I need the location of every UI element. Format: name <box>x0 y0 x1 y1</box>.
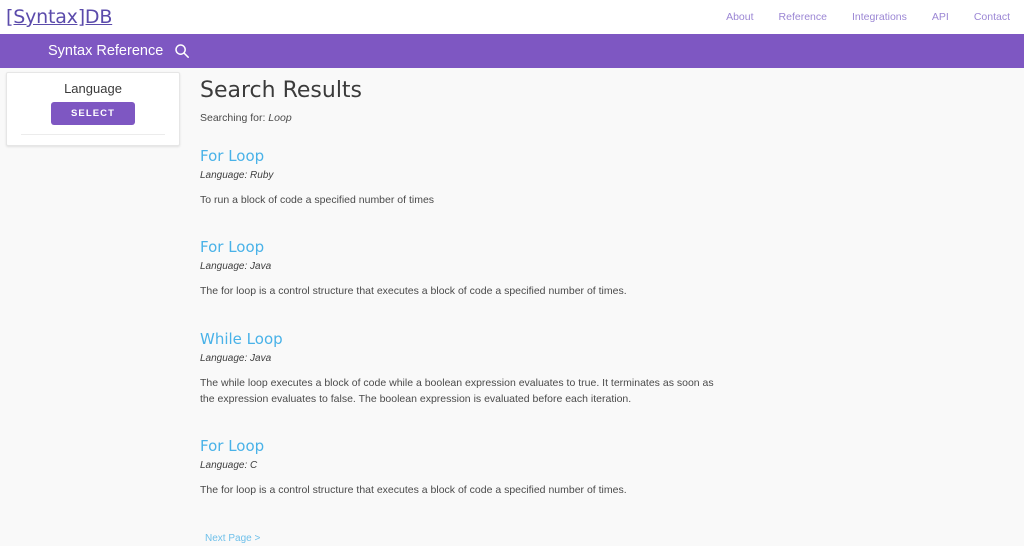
result-title-link[interactable]: For Loop <box>200 238 264 256</box>
next-page-link[interactable]: Next Page > <box>205 533 260 544</box>
result-title-link[interactable]: While Loop <box>200 330 283 348</box>
search-toggle-button[interactable] <box>173 42 191 60</box>
searching-for-prefix: Searching for: <box>200 112 266 124</box>
nav-item-about[interactable]: About <box>726 11 753 23</box>
result-description: The while loop executes a block of code … <box>200 376 714 405</box>
result-language: Language: Java <box>200 261 272 273</box>
nav-item-contact[interactable]: Contact <box>974 11 1010 23</box>
result-description: The for loop is a control structure that… <box>200 484 627 497</box>
syntax-reference-bar: Syntax Reference <box>0 34 1024 68</box>
page-body: Language SELECT Search Results Searching… <box>0 68 1024 546</box>
syntax-reference-title: Syntax Reference <box>48 43 164 59</box>
language-card-title: Language <box>64 81 122 96</box>
result-language: Language: C <box>200 460 258 472</box>
result-language: Language: Ruby <box>200 170 274 181</box>
search-result-item: For Loop Language: C The for loop is a c… <box>200 437 1024 498</box>
site-header: [Syntax]DB About Reference Integrations … <box>0 0 1024 34</box>
search-result-item: For Loop Language: Ruby To run a block o… <box>200 147 1024 208</box>
search-result-item: While Loop Language: Java The while loop… <box>200 330 1024 408</box>
pagination: Next Page > <box>200 528 1024 546</box>
sidebar: Language SELECT <box>0 68 188 146</box>
language-select-button[interactable]: SELECT <box>50 102 136 125</box>
search-results-panel: Search Results Searching for: Loop For L… <box>188 68 1024 546</box>
page-title: Search Results <box>200 78 363 103</box>
result-description: The for loop is a control structure that… <box>200 285 627 298</box>
result-language: Language: Java <box>200 352 272 364</box>
nav-item-api[interactable]: API <box>932 11 949 23</box>
site-logo[interactable]: [Syntax]DB <box>6 6 112 28</box>
nav-item-reference[interactable]: Reference <box>779 11 827 23</box>
search-icon <box>175 44 190 58</box>
search-query-term: Loop <box>268 112 292 124</box>
search-result-item: For Loop Language: Java The for loop is … <box>200 238 1024 299</box>
card-divider <box>21 134 165 135</box>
searching-for-line: Searching for: Loop <box>200 112 1024 124</box>
result-description: To run a block of code a specified numbe… <box>200 194 435 206</box>
result-title-link[interactable]: For Loop <box>200 147 264 165</box>
language-filter-card: Language SELECT <box>6 72 180 146</box>
result-title-link[interactable]: For Loop <box>200 437 264 455</box>
nav-item-integrations[interactable]: Integrations <box>852 11 907 23</box>
primary-nav: About Reference Integrations API Contact <box>726 11 1010 23</box>
